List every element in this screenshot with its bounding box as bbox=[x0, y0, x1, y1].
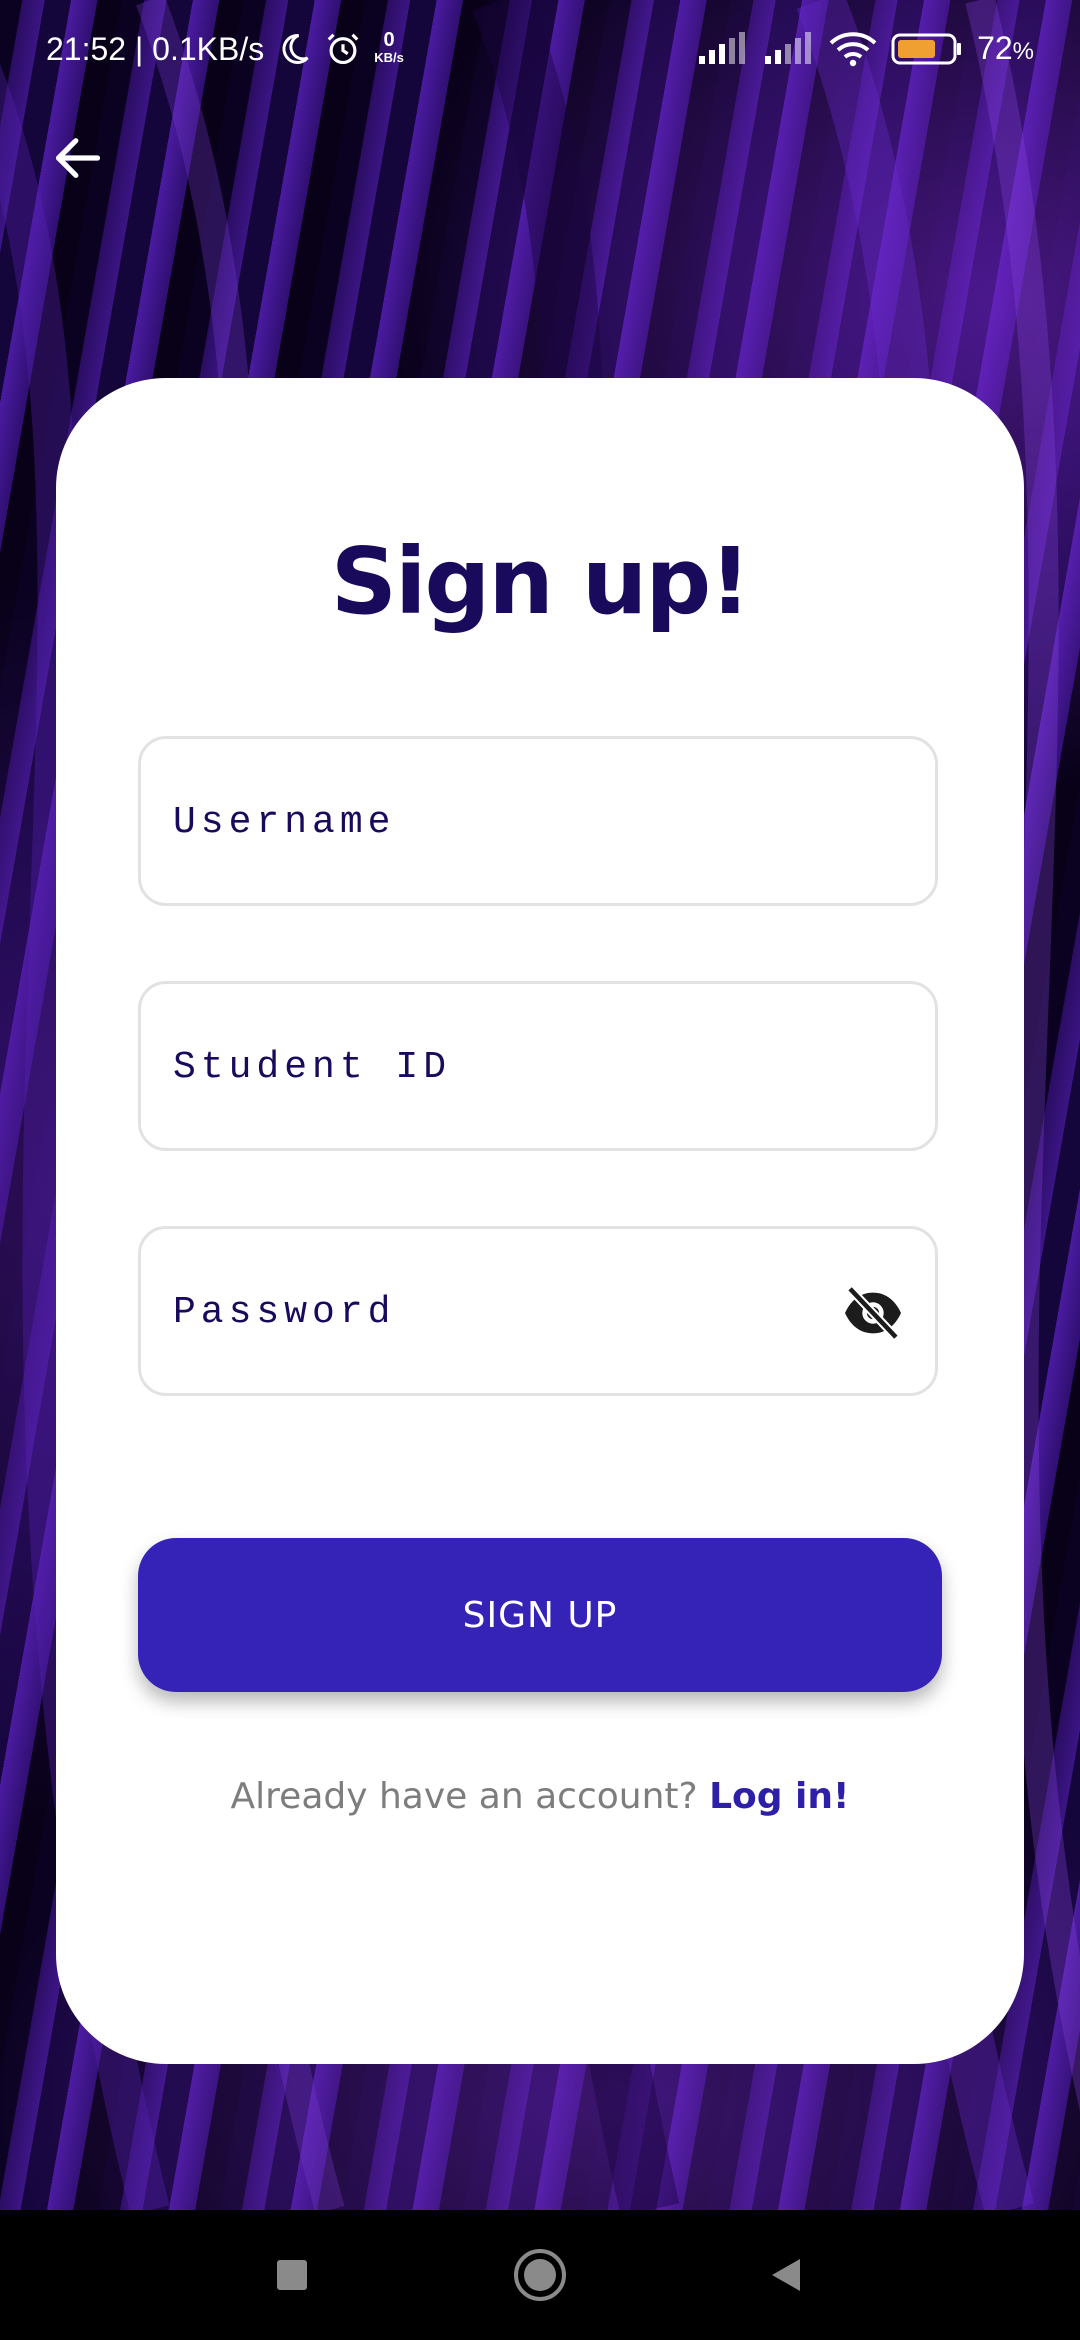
network-speed-indicator: 0 KB/s bbox=[374, 29, 404, 67]
battery-percent-value: 72 bbox=[977, 30, 1013, 66]
login-prompt-row: Already have an account? Log in! bbox=[56, 1776, 1024, 1817]
alarm-icon bbox=[327, 33, 359, 65]
page-title: Sign up! bbox=[330, 528, 751, 635]
battery-percent-sign: % bbox=[1012, 38, 1034, 65]
network-speed-unit: KB/s bbox=[374, 50, 404, 65]
navigation-bar bbox=[0, 2210, 1080, 2340]
status-right: 72% bbox=[697, 30, 1034, 67]
signal-icon bbox=[765, 31, 812, 64]
recents-button[interactable] bbox=[232, 2210, 352, 2340]
signup-button[interactable]: SIGN UP bbox=[138, 1538, 942, 1692]
triangle-back-icon bbox=[772, 2259, 800, 2291]
status-left: 21:52 | 0.1KB/s 0 KB/s bbox=[46, 30, 404, 68]
status-bar: 21:52 | 0.1KB/s 0 KB/s 72% bbox=[0, 0, 1080, 100]
password-field[interactable] bbox=[138, 1226, 938, 1396]
wifi-icon bbox=[829, 31, 877, 66]
username-field[interactable] bbox=[138, 736, 938, 906]
signal-icon bbox=[699, 31, 746, 64]
password-input[interactable] bbox=[171, 1229, 855, 1395]
signup-card: Sign up! SIGN UP Already have an account… bbox=[56, 378, 1024, 2064]
system-back-button[interactable] bbox=[726, 2210, 846, 2340]
eye-off-icon bbox=[845, 1285, 901, 1341]
student-id-input[interactable] bbox=[171, 984, 855, 1150]
student-id-field[interactable] bbox=[138, 981, 938, 1151]
network-speed-value: 0 bbox=[383, 29, 395, 51]
battery-icon bbox=[891, 33, 962, 64]
back-button[interactable] bbox=[40, 120, 116, 196]
moon-icon bbox=[282, 33, 309, 64]
square-icon bbox=[277, 2260, 307, 2290]
arrow-left-icon bbox=[55, 138, 101, 178]
battery-percent: 72% bbox=[977, 30, 1034, 67]
username-input[interactable] bbox=[171, 739, 855, 905]
login-link[interactable]: Log in! bbox=[709, 1776, 849, 1817]
password-visibility-toggle[interactable] bbox=[841, 1285, 905, 1341]
circle-home-icon bbox=[514, 2249, 566, 2301]
status-time-speed: 21:52 | 0.1KB/s bbox=[46, 30, 265, 67]
home-button[interactable] bbox=[480, 2210, 600, 2340]
login-prompt-text: Already have an account? bbox=[230, 1776, 710, 1817]
